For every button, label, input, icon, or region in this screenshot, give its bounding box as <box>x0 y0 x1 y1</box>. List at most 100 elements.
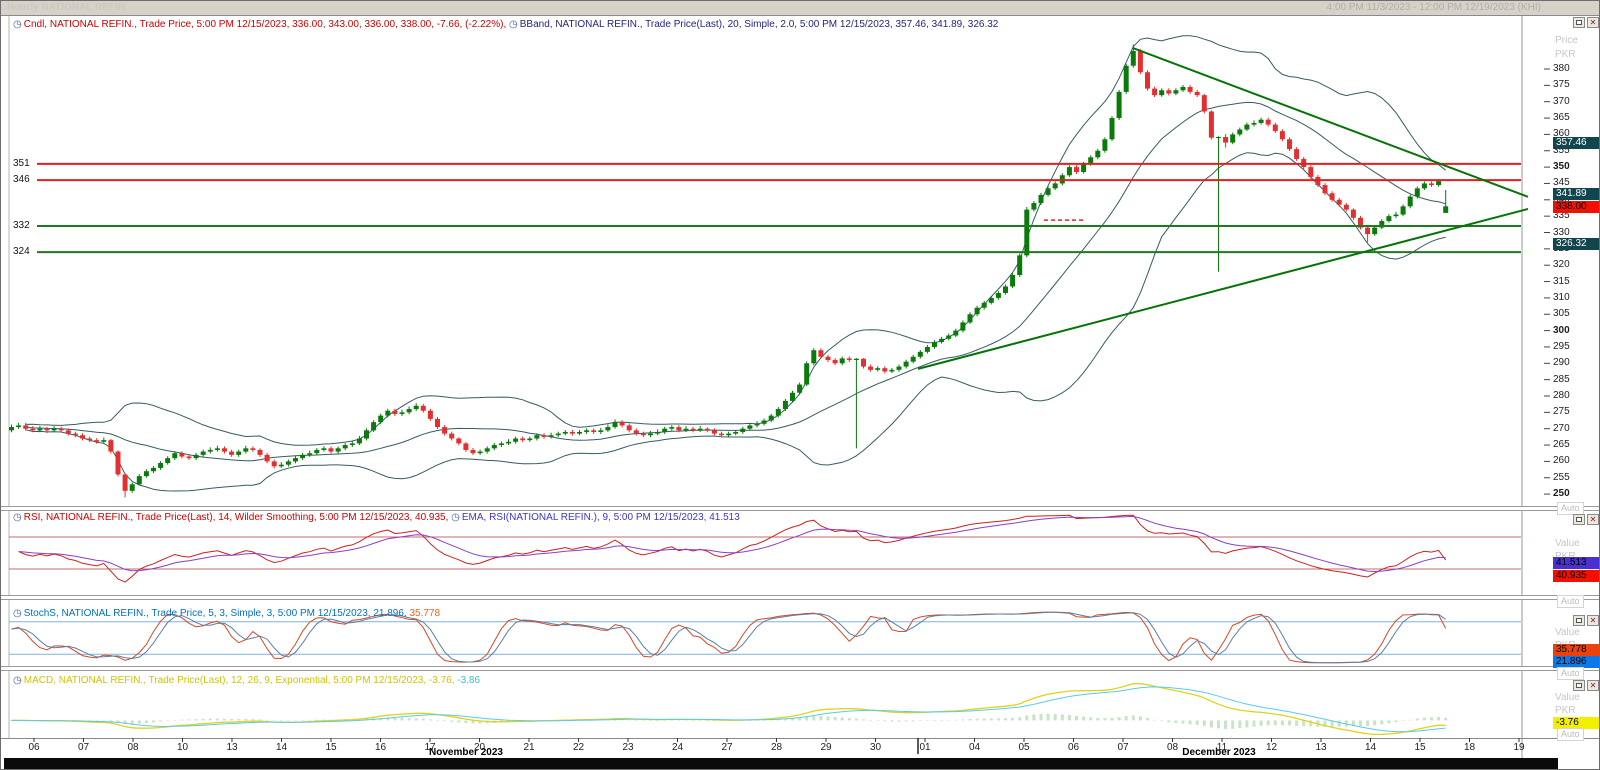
pane-separator[interactable] <box>1 506 1599 511</box>
price-tick-370: 370 <box>1553 95 1570 107</box>
macd-axis-currency: PKR <box>1555 705 1576 716</box>
rsi-ema-legend-text[interactable]: EMA, RSI(NATIONAL REFIN.), 9, 5:00 PM 12… <box>462 512 740 523</box>
price-axis-title: Price <box>1555 35 1578 46</box>
date-tick-23: 08 <box>1166 742 1179 753</box>
stoch-pane-close-button[interactable]: ✕ <box>1587 615 1599 626</box>
price-tick-380: 380 <box>1553 63 1570 74</box>
candle-legend-text[interactable]: Cndl, NATIONAL REFIN., Trade Price, 5:00… <box>24 19 509 30</box>
restore-icon <box>1576 517 1582 522</box>
date-tick-0: 06 <box>28 742 40 753</box>
bband-lower-badge: 326.32 <box>1553 238 1599 250</box>
restore-icon <box>1576 683 1582 688</box>
level-label-346: 346 <box>12 174 31 186</box>
date-tick-25: 12 <box>1265 742 1278 753</box>
main-pane-restore-button[interactable] <box>1573 17 1585 28</box>
rsi-legend-text[interactable]: RSI, NATIONAL REFIN., Trade Price(Last),… <box>24 512 451 523</box>
date-tick-3: 10 <box>176 742 189 753</box>
date-tick-30: 19 <box>1513 742 1525 753</box>
date-tick-12: 23 <box>622 742 634 753</box>
chart-window: Hourly NATIONAL REFIN. 4:00 PM 11/3/2023… <box>0 0 1600 770</box>
window-title: Hourly NATIONAL REFIN. <box>7 2 128 13</box>
price-tick-305: 305 <box>1553 308 1570 320</box>
bband-legend-text[interactable]: BBand, NATIONAL REFIN., Trade Price(Last… <box>520 19 999 30</box>
date-tick-13: 24 <box>671 742 684 753</box>
pane-separator[interactable] <box>1 595 1599 600</box>
date-tick-19: 04 <box>968 742 981 753</box>
macd-legend: ◷ MACD, NATIONAL REFIN., Trade Price(Last… <box>13 675 480 686</box>
date-tick-29: 18 <box>1463 742 1476 753</box>
date-tick-8: 17 <box>424 742 436 753</box>
macd-legend-text[interactable]: MACD, NATIONAL REFIN., Trade Price(Last)… <box>24 675 458 686</box>
price-tick-310: 310 <box>1553 291 1570 303</box>
titlebar[interactable]: Hourly NATIONAL REFIN. 4:00 PM 11/3/2023… <box>1 1 1599 16</box>
pane-separator[interactable] <box>1 666 1599 671</box>
restore-icon <box>1576 618 1582 623</box>
date-tick-11: 22 <box>572 742 585 753</box>
level-label-332: 332 <box>12 219 31 231</box>
price-tick-260: 260 <box>1553 455 1570 467</box>
chart-canvas[interactable] <box>1 1 1600 770</box>
price-tick-265: 265 <box>1553 439 1570 451</box>
price-tick-345: 345 <box>1553 177 1570 189</box>
price-tick-270: 270 <box>1553 422 1570 434</box>
price-tick-375: 375 <box>1553 79 1570 91</box>
date-tick-4: 13 <box>226 742 238 753</box>
date-tick-5: 14 <box>275 742 288 753</box>
stoch-pane-restore-button[interactable] <box>1573 615 1585 626</box>
rsi-ema-badge: 41.513 <box>1553 557 1599 569</box>
date-tick-10: 21 <box>523 742 535 753</box>
macd-pane-close-button[interactable]: ✕ <box>1587 680 1599 691</box>
price-tick-365: 365 <box>1553 112 1570 124</box>
price-tick-280: 280 <box>1553 390 1570 401</box>
date-tick-1: 07 <box>77 742 90 753</box>
indicator-clock-icon[interactable]: ◷ <box>13 19 22 30</box>
last-price-badge: 338.00 <box>1553 201 1599 213</box>
indicator-clock-icon[interactable]: ◷ <box>13 608 22 619</box>
close-icon: ✕ <box>1589 18 1597 27</box>
macd-pane-restore-button[interactable] <box>1573 680 1585 691</box>
stoch-axis-title: Value <box>1555 627 1580 638</box>
date-tick-18: 01 <box>919 742 931 753</box>
price-tick-350: 350 <box>1553 161 1570 173</box>
date-tick-26: 13 <box>1315 742 1327 753</box>
rsi-auto-scale-button[interactable]: Auto <box>1557 595 1584 608</box>
month-label-november: November 2023 <box>429 747 503 758</box>
stoch-d-value: 35.778 <box>409 608 441 619</box>
rsi-badge: 40.935 <box>1553 570 1599 582</box>
date-tick-24: 11 <box>1216 742 1228 753</box>
date-tick-15: 28 <box>770 742 783 753</box>
date-tick-21: 06 <box>1067 742 1080 753</box>
rsi-pane-close-button[interactable]: ✕ <box>1587 514 1599 525</box>
price-tick-295: 295 <box>1553 340 1570 352</box>
price-tick-255: 255 <box>1553 471 1570 483</box>
rsi-legend: ◷ RSI, NATIONAL REFIN., Trade Price(Last)… <box>13 512 740 523</box>
price-tick-250: 250 <box>1553 488 1570 500</box>
price-tick-315: 315 <box>1553 275 1570 287</box>
stoch-auto-scale-button[interactable]: Auto <box>1557 667 1584 680</box>
stoch-d-badge: 35.778 <box>1553 644 1599 656</box>
indicator-clock-icon[interactable]: ◷ <box>451 512 460 523</box>
macd-auto-scale-button[interactable]: Auto <box>1557 728 1584 741</box>
price-tick-285: 285 <box>1553 373 1570 385</box>
macd-axis-title: Value <box>1555 692 1580 703</box>
stoch-legend-text[interactable]: StochS, NATIONAL REFIN., Trade Price, 5,… <box>24 608 410 619</box>
rsi-pane-restore-button[interactable] <box>1573 514 1585 525</box>
close-icon: ✕ <box>1589 515 1597 524</box>
close-icon: ✕ <box>1589 616 1597 625</box>
date-tick-17: 30 <box>869 742 882 753</box>
date-tick-9: 20 <box>473 742 486 753</box>
date-tick-22: 07 <box>1117 742 1129 753</box>
indicator-clock-icon[interactable]: ◷ <box>509 19 518 30</box>
indicator-clock-icon[interactable]: ◷ <box>13 675 22 686</box>
price-tick-330: 330 <box>1553 226 1570 238</box>
time-range-label: 4:00 PM 11/3/2023 - 12:00 PM 12/19/2023 … <box>1326 2 1541 13</box>
price-tick-320: 320 <box>1553 259 1570 271</box>
bband-mid-badge: 341.89 <box>1553 188 1599 200</box>
date-tick-14: 27 <box>721 742 733 753</box>
indicator-clock-icon[interactable]: ◷ <box>13 512 22 523</box>
stoch-legend: ◷ StochS, NATIONAL REFIN., Trade Price, 5… <box>13 608 440 619</box>
date-tick-7: 16 <box>374 742 387 753</box>
main-pane-close-button[interactable]: ✕ <box>1587 17 1599 28</box>
bottom-scrollbar[interactable] <box>4 758 1558 769</box>
level-label-324: 324 <box>12 246 31 258</box>
